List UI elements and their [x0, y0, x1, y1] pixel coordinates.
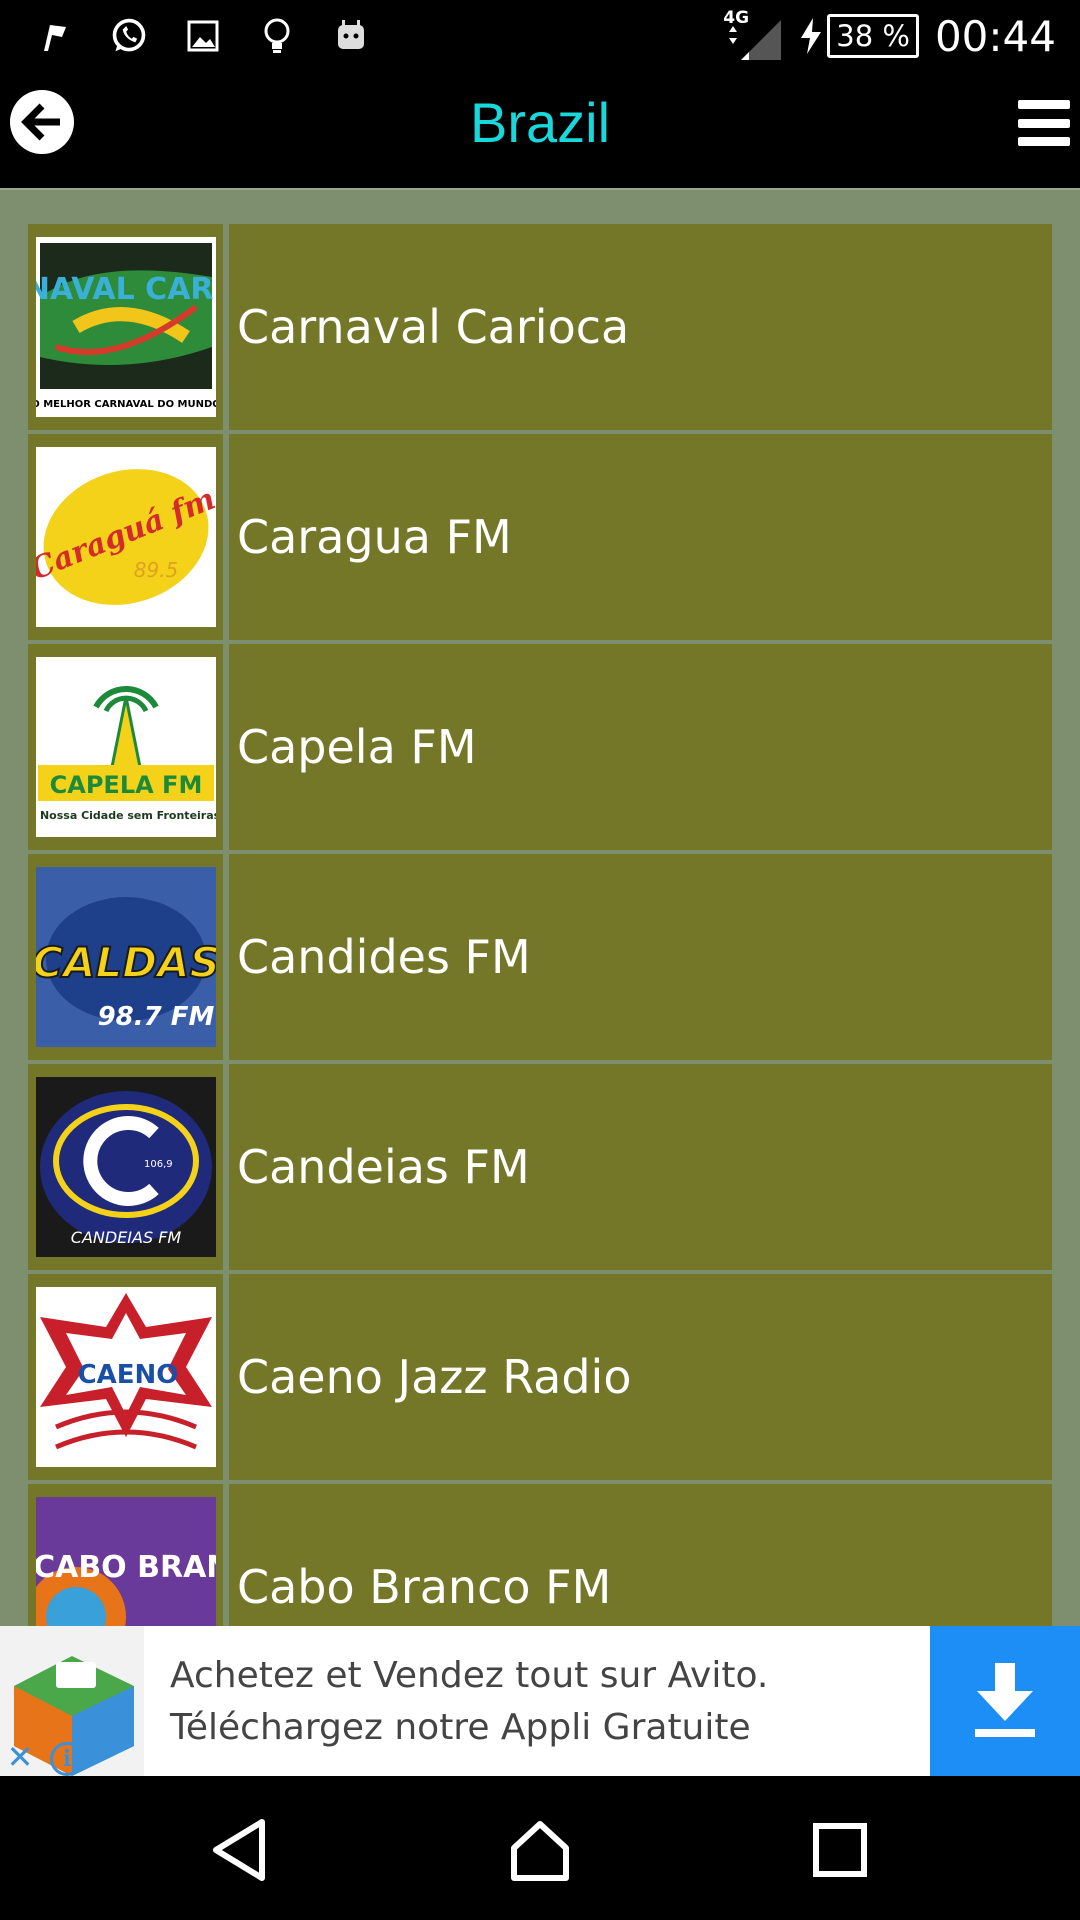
- station-logo-cell: CALDAS 98.7 FM: [28, 854, 223, 1060]
- station-row[interactable]: CAENO Caeno Jazz Radio: [28, 1274, 1052, 1480]
- station-name: Capela FM: [237, 720, 477, 774]
- system-status: 4G 38 % 00:44: [723, 8, 1056, 64]
- caragua-fm-logo: Caraguá fm 89.5: [35, 447, 216, 627]
- station-row[interactable]: CARNAVAL CARIOCA O MELHOR CARNAVAL DO MU…: [28, 224, 1052, 430]
- app-bar: Brazil: [0, 72, 1080, 188]
- battery-level: 38 %: [836, 19, 910, 53]
- station-name-cell: Caragua FM: [229, 434, 1052, 640]
- station-row[interactable]: CABO BRANCO Cabo Branco FM: [28, 1484, 1052, 1626]
- caeno-logo: CAENO: [35, 1287, 216, 1467]
- capela-fm-logo: CAPELA FM A Nossa Cidade sem Fronteiras.: [35, 657, 216, 837]
- recents-square-icon[interactable]: [800, 1810, 880, 1890]
- lightbulb-icon: [258, 17, 296, 55]
- station-name-cell: Candeias FM: [229, 1064, 1052, 1270]
- download-button[interactable]: [930, 1626, 1080, 1776]
- svg-text:CABO BRANCO: CABO BRANCO: [36, 1550, 216, 1585]
- radio-caldas-logo: CALDAS 98.7 FM: [35, 867, 216, 1047]
- station-name-cell: Candides FM: [229, 854, 1052, 1060]
- whatsapp-icon: [110, 17, 148, 55]
- svg-text:CALDAS: CALDAS: [36, 938, 216, 987]
- svg-text:O MELHOR CARNAVAL DO MUNDO: O MELHOR CARNAVAL DO MUNDO: [36, 399, 216, 410]
- gallery-icon: [184, 17, 222, 55]
- carnaval-carioca-logo: CARNAVAL CARIOCA O MELHOR CARNAVAL DO MU…: [35, 237, 216, 417]
- home-icon[interactable]: [500, 1810, 580, 1890]
- svg-text:CANDEIAS FM: CANDEIAS FM: [70, 1228, 181, 1247]
- notification-icons: [36, 10, 370, 62]
- svg-text:106,9: 106,9: [144, 1159, 173, 1170]
- close-icon[interactable]: ✕: [0, 1738, 40, 1776]
- battery-indicator: 38 %: [799, 14, 919, 58]
- signal-icon: 4G: [723, 8, 783, 62]
- network-type: 4G: [723, 8, 750, 28]
- svg-text:98.7 FM: 98.7 FM: [97, 1002, 214, 1032]
- station-name: Cabo Branco FM: [237, 1560, 612, 1614]
- station-row[interactable]: Caraguá fm 89.5 Caragua FM: [28, 434, 1052, 640]
- station-row[interactable]: 106,9 CANDEIAS FM Candeias FM: [28, 1064, 1052, 1270]
- station-name: Carnaval Carioca: [237, 300, 630, 354]
- ad-banner[interactable]: ✕ i Achetez et Vendez tout sur Avito. Té…: [0, 1626, 1080, 1776]
- battery-icon: 38 %: [827, 14, 919, 58]
- charging-icon: [801, 18, 822, 54]
- svg-text:CAENO: CAENO: [77, 1360, 178, 1390]
- page-title: Brazil: [469, 91, 611, 154]
- station-row[interactable]: CAPELA FM A Nossa Cidade sem Fronteiras.…: [28, 644, 1052, 850]
- navigation-bar: [0, 1776, 1080, 1920]
- ad-text[interactable]: Achetez et Vendez tout sur Avito. Téléch…: [170, 1650, 768, 1754]
- clock: 00:44: [934, 11, 1056, 61]
- station-name: Caragua FM: [237, 510, 512, 564]
- back-triangle-icon[interactable]: [200, 1810, 280, 1890]
- station-logo-cell: CARNAVAL CARIOCA O MELHOR CARNAVAL DO MU…: [28, 224, 223, 430]
- station-logo-cell: CAENO: [28, 1274, 223, 1480]
- station-list: CARNAVAL CARIOCA O MELHOR CARNAVAL DO MU…: [28, 224, 1052, 1626]
- flag-icon: [36, 17, 74, 55]
- station-list-area[interactable]: CARNAVAL CARIOCA O MELHOR CARNAVAL DO MU…: [0, 188, 1080, 1626]
- android-icon: [332, 17, 370, 55]
- station-logo-cell: CAPELA FM A Nossa Cidade sem Fronteiras.: [28, 644, 223, 850]
- station-row[interactable]: CALDAS 98.7 FM Candides FM: [28, 854, 1052, 1060]
- candeias-fm-logo: 106,9 CANDEIAS FM: [35, 1077, 216, 1257]
- svg-text:CAPELA FM: CAPELA FM: [49, 771, 202, 799]
- svg-text:A Nossa Cidade sem Fronteiras.: A Nossa Cidade sem Fronteiras.: [36, 809, 216, 822]
- ad-line-1: Achetez et Vendez tout sur Avito.: [170, 1655, 769, 1696]
- status-bar: 4G 38 % 00:44: [0, 0, 1080, 72]
- cabo-branco-logo: CABO BRANCO: [35, 1497, 216, 1626]
- station-name-cell: Capela FM: [229, 644, 1052, 850]
- hamburger-menu-icon[interactable]: [1018, 100, 1070, 146]
- station-name: Caeno Jazz Radio: [237, 1350, 632, 1404]
- station-logo-cell: CABO BRANCO: [28, 1484, 223, 1626]
- svg-text:89.5: 89.5: [133, 558, 178, 582]
- station-logo-cell: Caraguá fm 89.5: [28, 434, 223, 640]
- download-icon: [975, 1663, 1035, 1737]
- info-icon[interactable]: i: [50, 1742, 84, 1776]
- station-name-cell: Caeno Jazz Radio: [229, 1274, 1052, 1480]
- svg-text:CARNAVAL CARIOCA: CARNAVAL CARIOCA: [36, 272, 216, 307]
- station-name: Candides FM: [237, 930, 531, 984]
- station-name: Candeias FM: [237, 1140, 530, 1194]
- station-name-cell: Carnaval Carioca: [229, 224, 1052, 430]
- ad-line-2: Téléchargez notre Appli Gratuite: [170, 1707, 751, 1748]
- station-name-cell: Cabo Branco FM: [229, 1484, 1052, 1626]
- station-logo-cell: 106,9 CANDEIAS FM: [28, 1064, 223, 1270]
